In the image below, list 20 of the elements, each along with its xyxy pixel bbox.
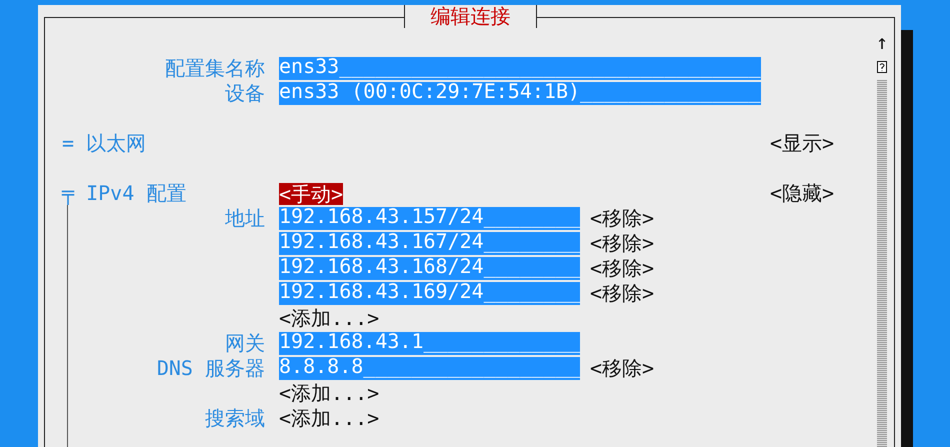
add-link[interactable]: <添加...> — [279, 380, 380, 407]
scroll-thumb-icon[interactable] — [877, 61, 887, 73]
mode-dropdown[interactable]: <手动> — [279, 182, 344, 204]
field-label: 搜索域 — [205, 405, 265, 432]
field-label: 配置集名称 — [165, 55, 265, 82]
remove-link[interactable]: <移除> — [590, 205, 654, 232]
field-label: DNS 服务器 — [156, 355, 265, 382]
remove-link[interactable]: <移除> — [590, 230, 654, 257]
remove-link[interactable]: <移除> — [590, 280, 654, 307]
dialog-title: 编辑连接 — [404, 5, 537, 28]
scroll-up-arrow[interactable]: ↑ — [876, 30, 888, 55]
add-link[interactable]: <添加...> — [279, 305, 380, 332]
remove-link[interactable]: <移除> — [590, 355, 654, 382]
toggle-link[interactable]: <隐藏> — [770, 180, 834, 207]
field-label: 地址 — [225, 205, 265, 232]
toggle-link[interactable]: <显示> — [770, 130, 834, 157]
remove-link[interactable]: <移除> — [590, 255, 654, 282]
add-link[interactable]: <添加...> — [279, 405, 380, 432]
field-label: 网关 — [225, 330, 265, 357]
field-label: 设备 — [225, 80, 265, 107]
